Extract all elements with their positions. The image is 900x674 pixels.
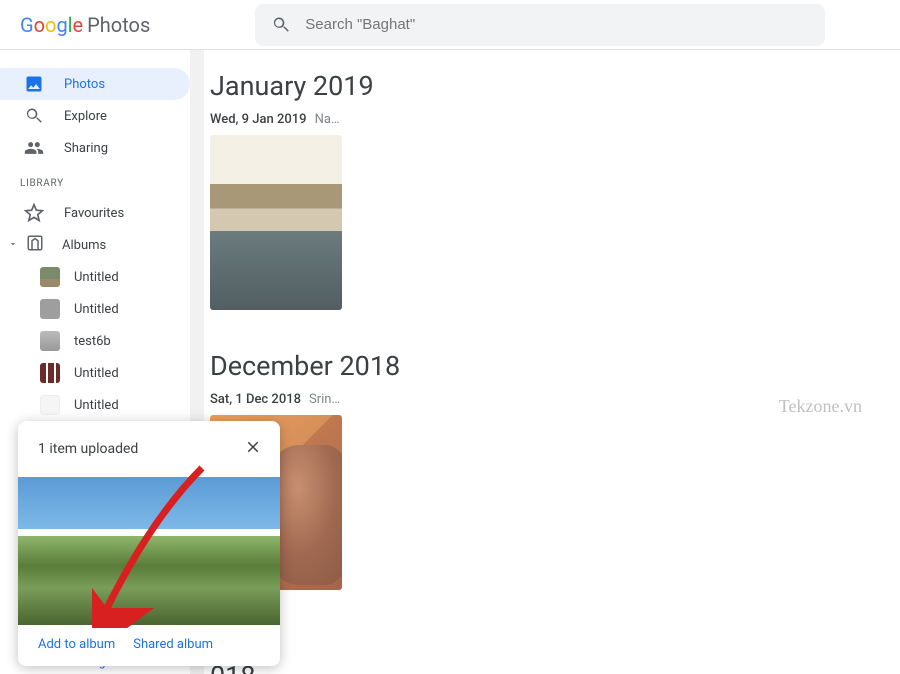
album-thumb xyxy=(40,395,60,415)
main-content: January 2019 Wed, 9 Jan 2019 National Zo… xyxy=(204,50,900,674)
album-item[interactable]: test6b xyxy=(0,325,190,357)
month-section: January 2019 Wed, 9 Jan 2019 National Zo… xyxy=(210,70,900,310)
album-thumb xyxy=(40,331,60,351)
album-name: Untitled xyxy=(74,302,119,317)
album-name: test6b xyxy=(74,334,111,349)
sharing-icon xyxy=(24,138,44,158)
search-icon xyxy=(271,15,291,35)
photo-thumbnail[interactable] xyxy=(210,135,342,310)
nav-label: Explore xyxy=(64,109,107,124)
toast-title: 1 item uploaded xyxy=(38,441,138,457)
album-thumb xyxy=(40,363,60,383)
upload-toast: 1 item uploaded Add to album Shared albu… xyxy=(18,421,280,666)
album-item[interactable]: Untitled xyxy=(0,293,190,325)
header: Google Photos xyxy=(0,0,900,50)
product-name: Photos xyxy=(87,13,150,37)
add-to-album-button[interactable]: Add to album xyxy=(38,637,115,652)
month-section: December 2018 Sat, 1 Dec 2018 Srinagar xyxy=(210,350,900,590)
uploaded-photo-preview[interactable] xyxy=(18,477,280,625)
explore-icon xyxy=(24,106,44,126)
date-row: Wed, 9 Jan 2019 National Zoological Park xyxy=(210,112,342,127)
logo[interactable]: Google Photos xyxy=(20,13,150,37)
photos-icon xyxy=(24,74,44,94)
album-name: Untitled xyxy=(74,398,119,413)
nav-label: Sharing xyxy=(64,141,108,156)
google-logo: Google xyxy=(20,13,83,37)
library-label: LIBRARY xyxy=(0,164,190,197)
nav-label: Albums xyxy=(62,238,106,253)
album-name: Untitled xyxy=(74,270,119,285)
month-title: January 2019 xyxy=(210,70,900,102)
album-item[interactable]: Untitled xyxy=(0,261,190,293)
search-bar[interactable] xyxy=(255,4,825,46)
search-input[interactable] xyxy=(305,16,809,33)
nav-label: Photos xyxy=(64,77,105,92)
date-row: Sat, 1 Dec 2018 Srinagar xyxy=(210,392,342,407)
month-title: December 2018 xyxy=(210,350,900,382)
nav-sharing[interactable]: Sharing xyxy=(0,132,190,164)
album-item[interactable]: Untitled xyxy=(0,389,190,421)
location-text: National Zoological Park xyxy=(315,112,342,127)
nav-photos[interactable]: Photos xyxy=(0,68,190,100)
date-text: Wed, 9 Jan 2019 xyxy=(210,112,307,127)
albums-icon xyxy=(26,234,44,256)
album-thumb xyxy=(40,267,60,287)
close-icon[interactable] xyxy=(240,435,266,463)
album-item[interactable]: Untitled xyxy=(0,357,190,389)
album-thumb xyxy=(40,299,60,319)
caret-down-icon xyxy=(8,238,20,253)
star-icon xyxy=(24,203,44,223)
nav-favourites[interactable]: Favourites xyxy=(0,197,190,229)
album-name: Untitled xyxy=(74,366,119,381)
nav-albums[interactable]: Albums xyxy=(0,229,190,261)
date-text: Sat, 1 Dec 2018 xyxy=(210,392,301,407)
location-text: Srinagar xyxy=(309,392,342,407)
nav-explore[interactable]: Explore xyxy=(0,100,190,132)
nav-label: Favourites xyxy=(64,206,124,221)
shared-album-button[interactable]: Shared album xyxy=(133,637,213,652)
